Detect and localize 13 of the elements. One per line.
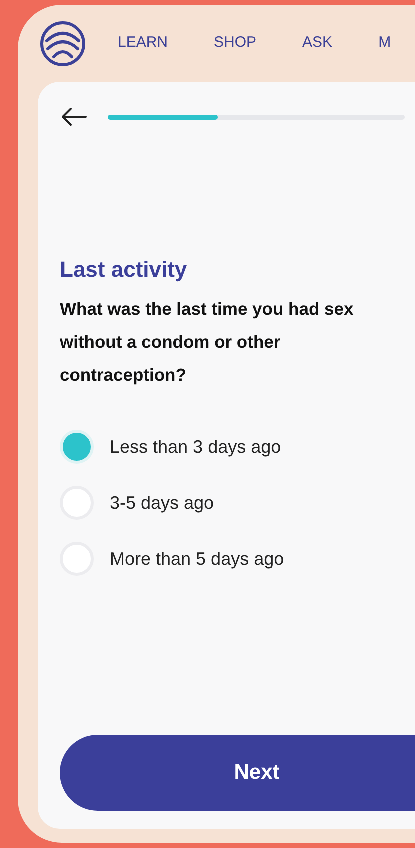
nav-link[interactable]: SHOP xyxy=(214,32,257,55)
back-arrow-icon[interactable] xyxy=(60,107,88,127)
next-button[interactable]: Next xyxy=(60,735,415,811)
nav-link[interactable]: ASK xyxy=(302,32,333,55)
option-label[interactable]: More than 5 days ago xyxy=(110,546,284,573)
question-title: Last activity xyxy=(60,257,188,284)
radio-button[interactable] xyxy=(60,430,94,464)
nav-link[interactable]: LEARN xyxy=(118,32,168,55)
option-label[interactable]: Less than 3 days ago xyxy=(110,434,282,461)
question-text: What was the last time you had sex without a condom or other contraception? xyxy=(60,298,355,388)
option-label[interactable]: 3-5 days ago xyxy=(110,490,214,517)
logo-icon[interactable] xyxy=(40,20,86,66)
nav-link[interactable]: M xyxy=(378,32,392,55)
